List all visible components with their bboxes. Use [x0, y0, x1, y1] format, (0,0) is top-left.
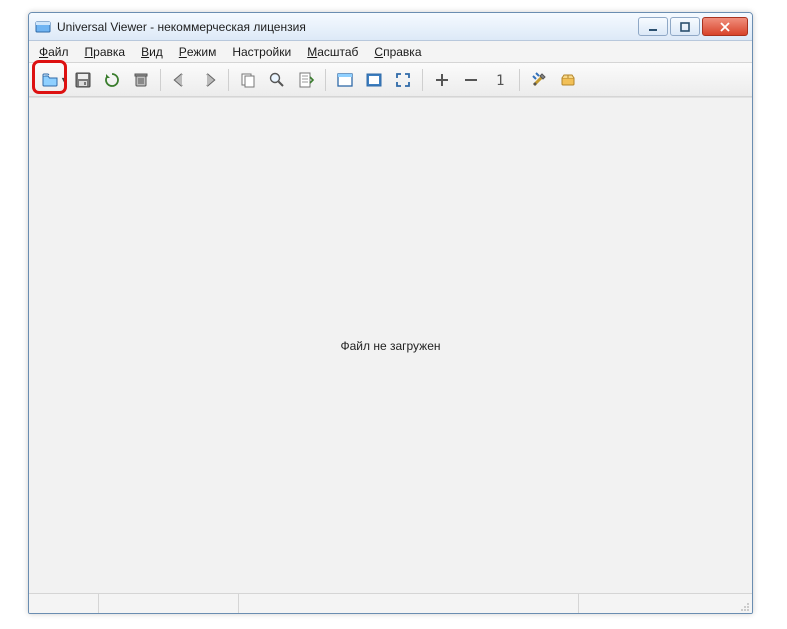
zoom-out-button[interactable] [458, 67, 484, 93]
toolbar: ▼1 [29, 63, 752, 97]
status-cell-4 [579, 594, 752, 613]
svg-text:1: 1 [496, 73, 504, 89]
fit-window-icon [336, 71, 354, 89]
options-icon [530, 71, 548, 89]
empty-message: Файл не загружен [340, 339, 440, 353]
dropdown-caret-icon: ▼ [60, 75, 68, 84]
app-icon [35, 19, 51, 35]
menubar: ФайлПравкаВидРежимНастройкиМасштабСправк… [29, 41, 752, 63]
maximize-icon [680, 22, 690, 32]
nav-forward-button[interactable] [196, 67, 222, 93]
app-window: Universal Viewer - некоммерческая лиценз… [28, 12, 753, 614]
nav-back-icon [171, 71, 189, 89]
fit-window-button[interactable] [332, 67, 358, 93]
menu-item-правка[interactable]: Правка [77, 41, 134, 62]
zoom-100-icon: 1 [491, 71, 509, 89]
resize-grip-icon[interactable] [738, 600, 750, 612]
copy-icon [239, 71, 257, 89]
content-area: Файл не загружен [29, 97, 752, 593]
close-button[interactable] [702, 17, 748, 36]
minimize-icon [648, 22, 658, 32]
close-icon [719, 22, 731, 32]
fit-width-button[interactable] [361, 67, 387, 93]
plugins-button[interactable] [555, 67, 581, 93]
find-button[interactable] [264, 67, 290, 93]
menu-item-файл[interactable]: Файл [31, 41, 77, 62]
toolbar-separator [422, 69, 423, 91]
find-icon [268, 71, 286, 89]
menu-item-масштаб[interactable]: Масштаб [299, 41, 366, 62]
fullscreen-icon [394, 71, 412, 89]
save-icon [74, 71, 92, 89]
minimize-button[interactable] [638, 17, 668, 36]
toolbar-separator [160, 69, 161, 91]
status-cell-3 [239, 594, 579, 613]
reload-icon [103, 71, 121, 89]
toolbar-separator [325, 69, 326, 91]
window-controls [638, 17, 748, 36]
menu-item-вид[interactable]: Вид [133, 41, 171, 62]
fit-width-icon [365, 71, 383, 89]
zoom-out-icon [462, 71, 480, 89]
save-button[interactable] [70, 67, 96, 93]
menu-item-справка[interactable]: Справка [366, 41, 429, 62]
maximize-button[interactable] [670, 17, 700, 36]
goto-line-button[interactable] [293, 67, 319, 93]
zoom-in-icon [433, 71, 451, 89]
status-cell-1 [29, 594, 99, 613]
zoom-in-button[interactable] [429, 67, 455, 93]
fullscreen-button[interactable] [390, 67, 416, 93]
delete-icon [132, 71, 150, 89]
window-title: Universal Viewer - некоммерческая лиценз… [57, 20, 638, 34]
titlebar: Universal Viewer - некоммерческая лиценз… [29, 13, 752, 41]
plugins-icon [559, 71, 577, 89]
delete-button[interactable] [128, 67, 154, 93]
statusbar [29, 593, 752, 613]
zoom-100-button[interactable]: 1 [487, 67, 513, 93]
open-file-icon [41, 71, 59, 89]
goto-line-icon [297, 71, 315, 89]
copy-button[interactable] [235, 67, 261, 93]
nav-back-button[interactable] [167, 67, 193, 93]
menu-item-режим[interactable]: Режим [171, 41, 225, 62]
options-button[interactable] [526, 67, 552, 93]
menu-item-настройки[interactable]: Настройки [224, 41, 299, 62]
toolbar-separator [519, 69, 520, 91]
toolbar-separator [228, 69, 229, 91]
status-cell-2 [99, 594, 239, 613]
reload-button[interactable] [99, 67, 125, 93]
open-file-button[interactable]: ▼ [33, 67, 67, 93]
nav-forward-icon [200, 71, 218, 89]
